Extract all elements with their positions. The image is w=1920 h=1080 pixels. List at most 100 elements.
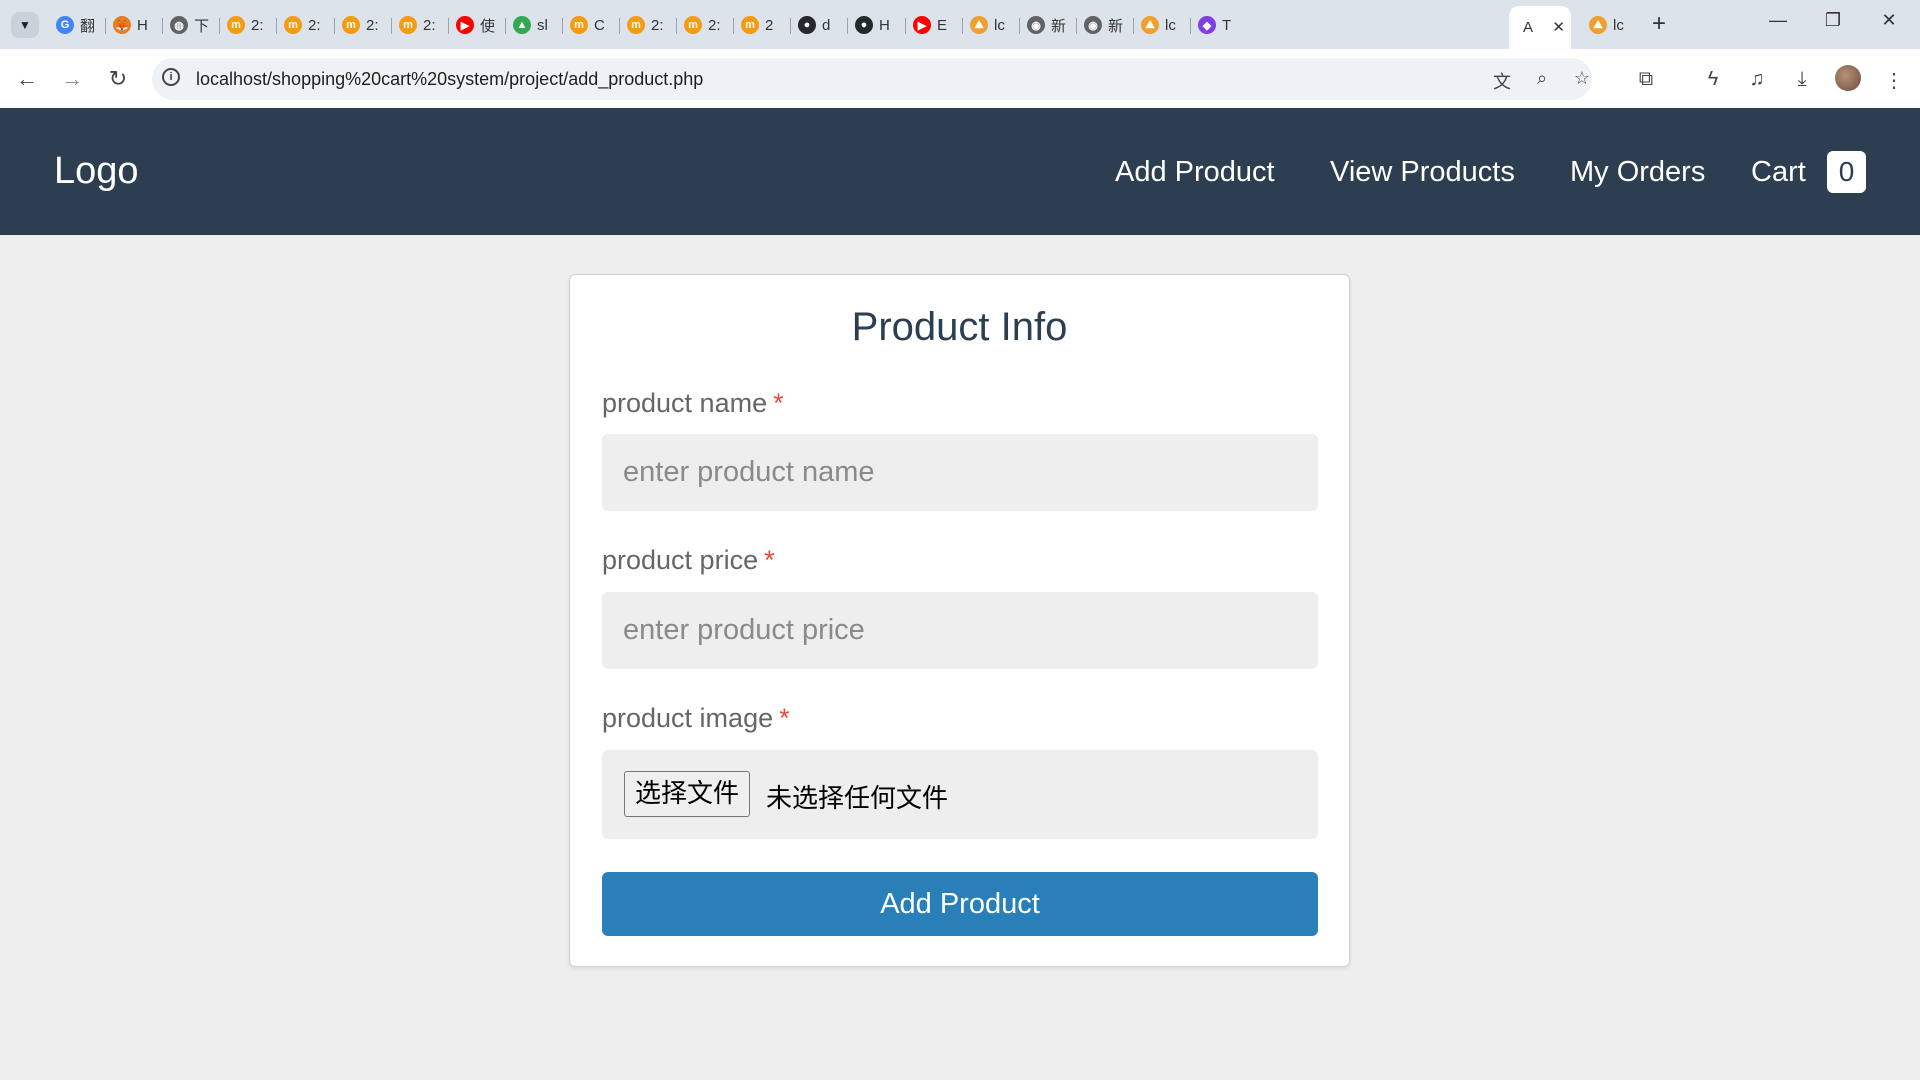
product-name-field[interactable] [602,434,1318,511]
new-tab-button[interactable]: + [1652,10,1666,38]
tab[interactable]: ▶ E [907,12,969,38]
media-control-icon[interactable]: ♫ [1743,68,1771,91]
add-product-button[interactable]: Add Product [602,872,1318,936]
tab-title: H [879,16,890,34]
tab-separator [162,18,163,34]
tab[interactable]: ⛰ lc [1135,12,1197,38]
tab[interactable]: ● H [849,12,911,38]
tab-title: 翻 [80,17,96,35]
tab[interactable]: m2 [735,12,797,38]
required-mark: * [779,703,790,733]
minimize-icon: — [1769,10,1787,30]
tab-separator [334,18,335,34]
site-logo[interactable]: Logo [54,150,139,193]
tab[interactable]: ▲ sl [507,12,569,38]
nav-cart[interactable]: Cart [1751,156,1806,189]
plus-icon: + [1652,10,1667,37]
choose-file-button[interactable]: 选择文件 [624,771,751,817]
tab-title: lc [1165,16,1176,34]
nav-view-products[interactable]: View Products [1330,156,1515,189]
tab-separator [790,18,791,34]
required-mark: * [773,388,784,418]
nav-my-orders[interactable]: My Orders [1570,156,1705,189]
arrow-left-icon: ← [16,66,38,91]
tab-separator [505,18,506,34]
avatar[interactable] [1835,65,1861,91]
tab[interactable]: G翻 [50,12,112,38]
close-window-button[interactable]: ✕ [1866,10,1912,31]
extensions-icon[interactable]: ⧉ [1632,68,1660,91]
file-status-text: 未选择任何文件 [766,784,949,814]
tab[interactable]: m 2: [393,12,455,38]
tab[interactable]: m 2: [678,12,740,38]
product-price-field[interactable] [602,592,1318,669]
product-price-input[interactable] [602,592,1318,669]
tab-title: 使 [480,17,496,35]
tab[interactable]: ▶ 使 [450,12,512,38]
back-button[interactable]: ← [12,66,42,92]
tab-active[interactable]: A ✕ [1509,6,1571,49]
label-text: product image [602,703,774,733]
forward-button[interactable]: → [57,66,87,92]
product-name-input[interactable] [602,434,1318,511]
tab[interactable]: ⛰ lc [964,12,1026,38]
tab-title: C [594,16,605,34]
tab-separator [1076,18,1077,34]
tab[interactable]: ◉ 新 [1021,12,1083,38]
star-icon[interactable]: ☆ [1570,68,1594,89]
chrome-icon: ◉ [1084,16,1102,34]
close-icon: ✕ [1881,10,1897,30]
product-form: Product Info product name* product price… [569,274,1350,967]
tab[interactable]: m 2: [221,12,283,38]
tab[interactable]: ⛰ lc [1583,12,1645,38]
reload-button[interactable]: ↻ [103,66,133,92]
tab-title: 新 [1051,17,1067,35]
tab[interactable]: ◆ T [1192,12,1254,38]
nav-add-product[interactable]: Add Product [1115,156,1275,189]
minimize-button[interactable]: — [1755,10,1801,31]
tab[interactable]: m 2: [621,12,683,38]
tab-title: 2 [765,16,774,34]
tab-search-button[interactable]: ▼ [11,12,39,38]
m-logo-icon: m [684,16,702,34]
label-text: product name [602,388,768,418]
translate-icon[interactable]: 文 [1490,68,1514,94]
tab-title: 下 [194,17,210,35]
t-logo-icon: ◆ [1198,16,1216,34]
tab-separator [105,18,106,34]
tab-title: 新 [1108,17,1124,35]
tab[interactable]: mC [564,12,626,38]
restore-button[interactable]: ❐ [1810,10,1856,31]
tab[interactable]: 🦊 H [107,12,169,38]
arrow-right-icon: → [61,66,83,91]
pma-icon: ⛰ [970,16,988,34]
tab-separator [562,18,563,34]
reload-icon: ↻ [108,66,128,91]
google-icon: G [56,16,74,34]
github-icon: ● [855,16,873,34]
tab-separator [905,18,906,34]
youtube-icon: ▶ [913,16,931,34]
tab-separator [1190,18,1191,34]
tab[interactable]: ◉ 新 [1078,12,1140,38]
zoom-icon[interactable]: ⌕ [1530,68,1554,89]
tab-title: 2: [708,16,721,34]
address-bar[interactable]: i localhost/shopping%20cart%20system/pro… [152,58,1592,100]
url-text[interactable]: localhost/shopping%20cart%20system/proje… [196,69,703,90]
tab[interactable]: ● d [792,12,854,38]
tab[interactable]: m 2: [336,12,398,38]
tab-title: H [137,16,148,34]
tab[interactable]: ◍ 下 [164,12,226,38]
product-name-label: product name * [602,388,784,419]
close-icon[interactable]: ✕ [1552,18,1565,36]
cart-count-badge[interactable]: 0 [1827,151,1866,193]
performance-icon[interactable]: ϟ [1699,68,1727,91]
chevron-down-icon: ▼ [19,18,31,32]
m-logo-icon: m [570,16,588,34]
menu-icon[interactable]: ⋮ [1880,68,1908,93]
tab-title: E [937,16,948,34]
tab[interactable]: m 2: [278,12,340,38]
info-icon[interactable]: i [162,68,180,86]
download-icon[interactable]: ⤓ [1788,68,1816,91]
tab-title: 2: [251,16,264,34]
